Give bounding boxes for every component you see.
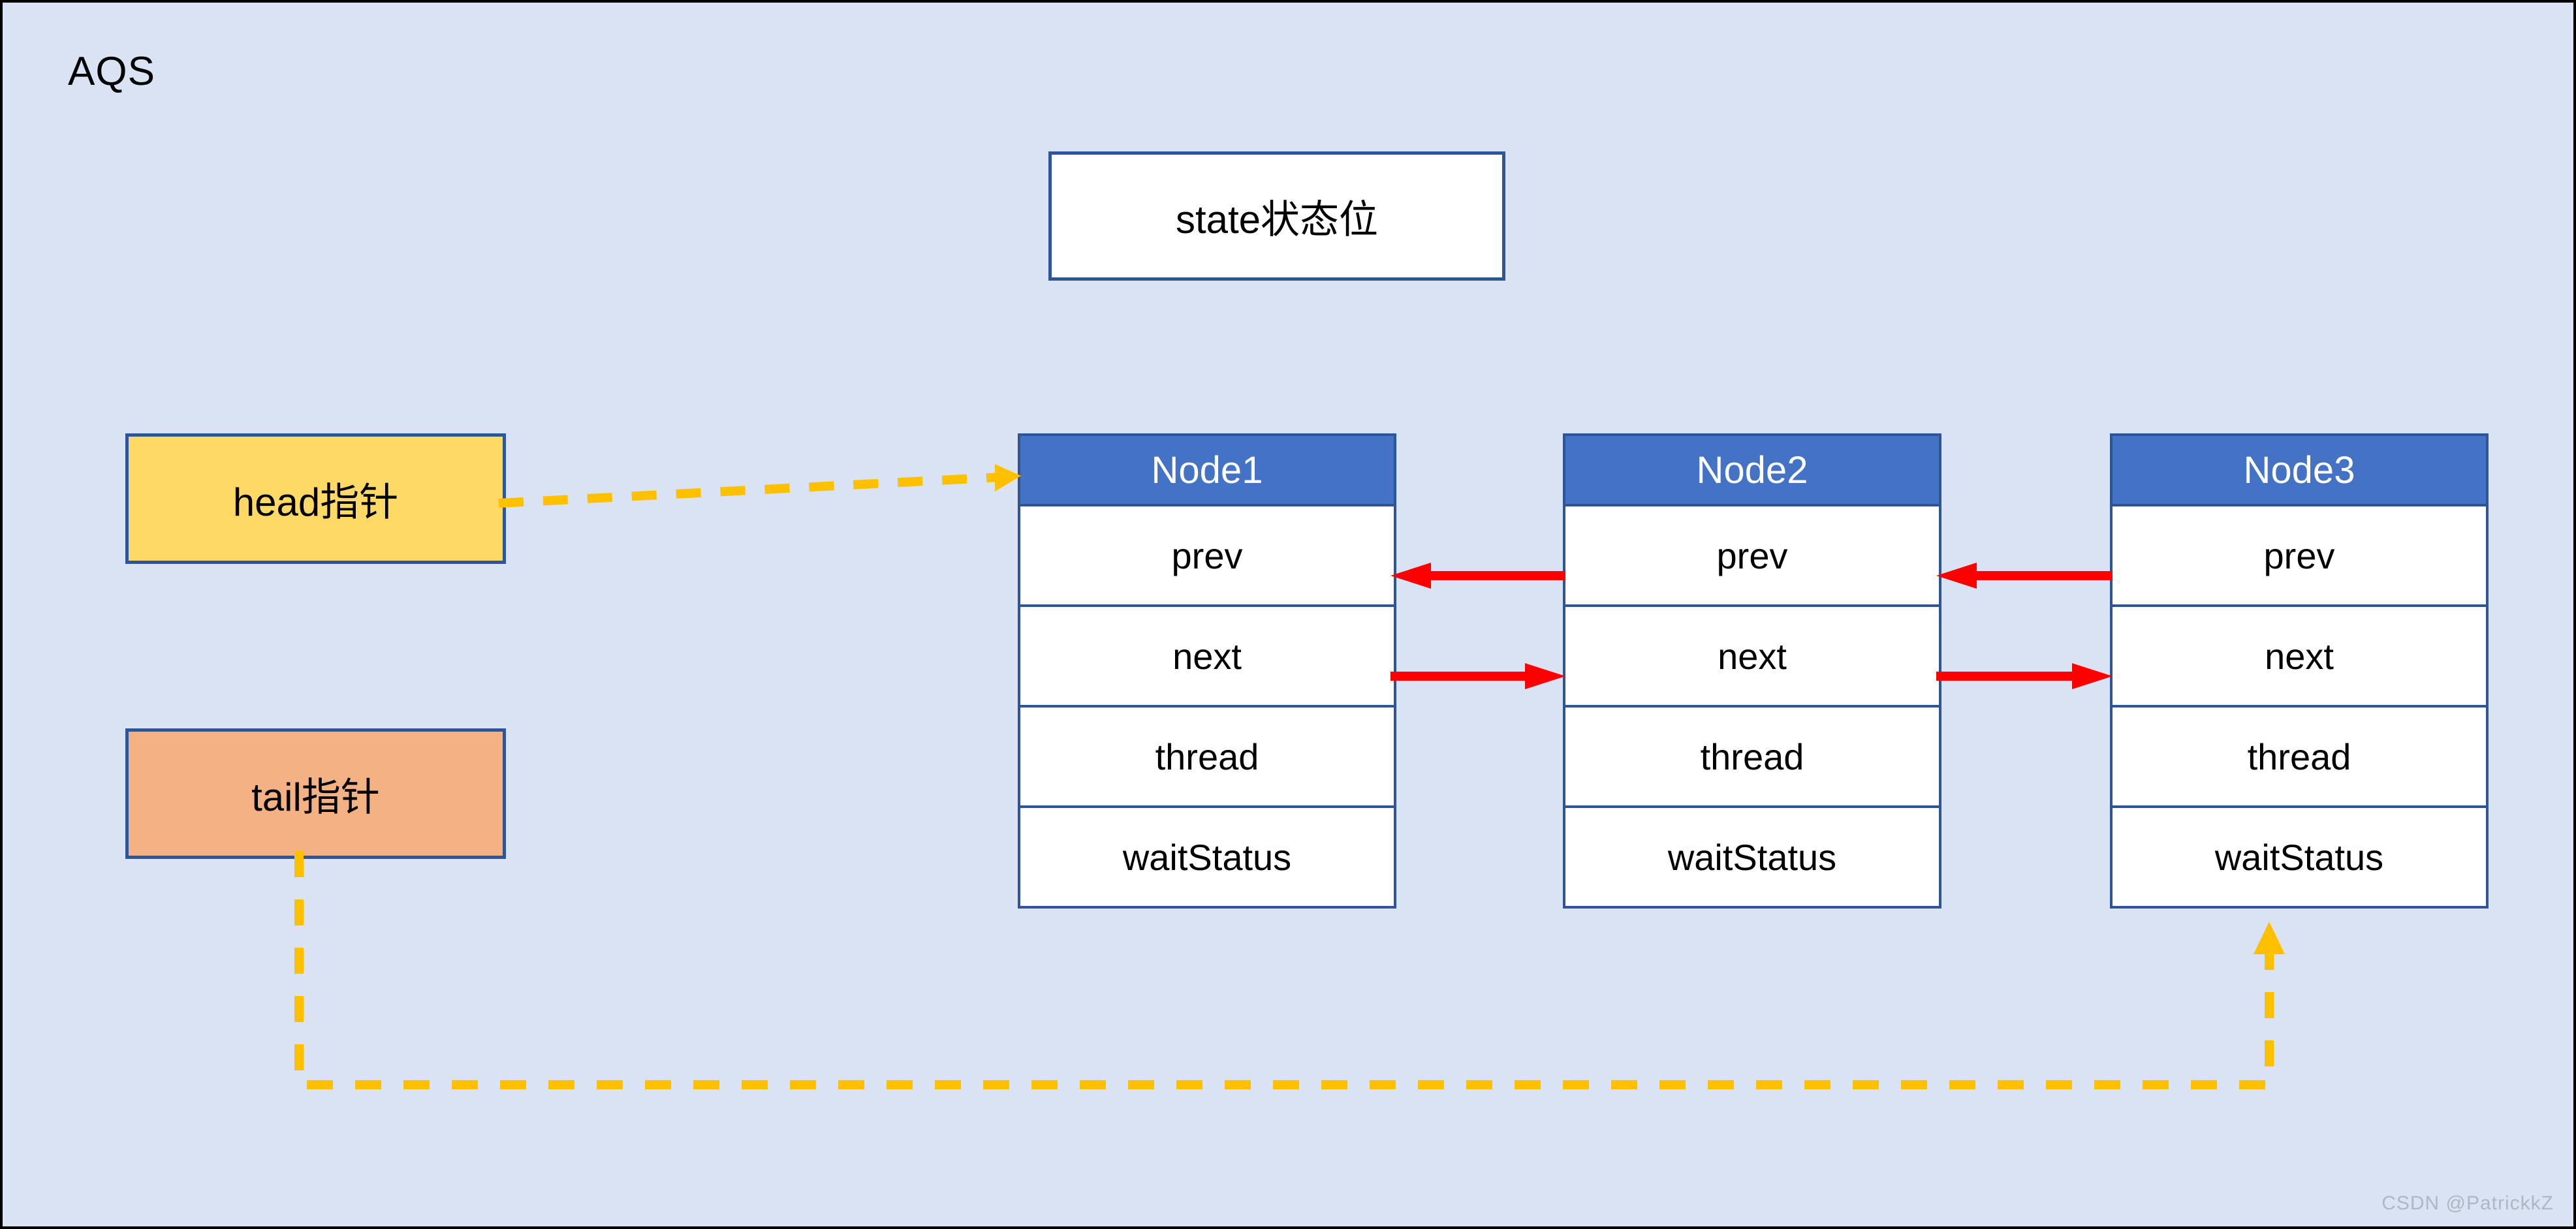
node1-field-next: next: [1018, 607, 1396, 708]
node2-title: Node2: [1696, 448, 1808, 491]
diagram-canvas: AQS state状态位 head指针 tail指针 Node1 prev ne…: [0, 0, 2576, 1229]
node1-prev-label: prev: [1171, 535, 1243, 576]
tail-pointer-dashed-arrow: [294, 851, 2285, 1089]
node3-field-next: next: [2110, 607, 2489, 708]
tail-pointer-label: tail指针: [251, 775, 380, 819]
node1-field-prev: prev: [1018, 506, 1396, 607]
node-table-node1: Node1 prev next thread waitStatus: [1018, 433, 1396, 909]
node3-field-prev: prev: [2110, 506, 2489, 607]
prev-link-node2-to-node1-arrow: [1390, 563, 1565, 589]
node1-title: Node1: [1151, 448, 1263, 491]
node3-thread-label: thread: [2247, 736, 2351, 777]
node3-prev-label: prev: [2263, 535, 2335, 576]
state-box: state状态位: [1048, 151, 1505, 281]
node2-field-next: next: [1563, 607, 1941, 708]
node1-field-thread: thread: [1018, 708, 1396, 808]
head-pointer-dashed-arrow: [498, 464, 1021, 508]
next-link-node1-to-node2-arrow: [1390, 663, 1565, 689]
node3-field-thread: thread: [2110, 708, 2489, 808]
watermark-text: CSDN @PatrickkZ: [2381, 1192, 2554, 1214]
head-pointer-box: head指针: [125, 433, 506, 564]
head-pointer-label: head指针: [232, 480, 399, 524]
node-table-node3: Node3 prev next thread waitStatus: [2110, 433, 2489, 909]
node-table-node2: Node2 prev next thread waitStatus: [1563, 433, 1941, 909]
node3-next-label: next: [2265, 635, 2334, 677]
state-box-label: state状态位: [1175, 197, 1379, 241]
node2-thread-label: thread: [1700, 736, 1804, 777]
node3-header: Node3: [2110, 433, 2489, 506]
node2-field-prev: prev: [1563, 506, 1941, 607]
page-title: AQS: [68, 49, 155, 94]
node2-next-label: next: [1718, 635, 1787, 677]
node2-header: Node2: [1563, 433, 1941, 506]
node1-header: Node1: [1018, 433, 1396, 506]
node1-next-label: next: [1172, 635, 1242, 677]
node1-thread-label: thread: [1155, 736, 1259, 777]
node2-prev-label: prev: [1716, 535, 1788, 576]
node2-field-thread: thread: [1563, 708, 1941, 808]
next-link-node2-to-node3-arrow: [1936, 663, 2113, 689]
tail-pointer-box: tail指针: [125, 728, 506, 859]
node3-title: Node3: [2243, 448, 2355, 491]
prev-link-node3-to-node2-arrow: [1936, 563, 2113, 589]
